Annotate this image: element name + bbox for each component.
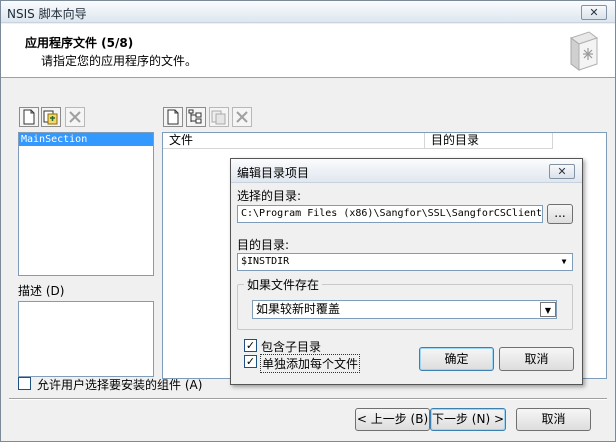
title-bar: NSIS 脚本向导 ✕ <box>1 1 615 23</box>
chevron-down-icon[interactable]: ▼ <box>540 302 556 317</box>
if-exists-label: 如果文件存在 <box>244 276 323 293</box>
ok-button[interactable]: 确定 <box>419 347 494 371</box>
dest-dir-combo[interactable]: $INSTDIR ▼ <box>237 253 573 271</box>
dialog-cancel-button[interactable]: 取消 <box>499 347 574 371</box>
cancel-button[interactable]: 取消 <box>516 408 591 431</box>
include-subdirs-label: 包含子目录 <box>261 340 322 354</box>
wizard-header: 应用程序文件 (5/8) 请指定您的应用程序的文件。 <box>1 24 615 78</box>
selected-dir-label: 选择的目录: <box>237 189 302 203</box>
description-label: 描述 (D) <box>18 284 65 298</box>
allow-user-select-checkbox[interactable] <box>18 377 31 390</box>
window-title: NSIS 脚本向导 <box>7 7 87 21</box>
add-each-file-label: 单独添加每个文件 <box>260 354 361 373</box>
chevron-down-icon[interactable]: ▼ <box>556 254 572 270</box>
dest-dir-value: $INSTDIR <box>241 256 290 267</box>
add-each-file-checkbox[interactable]: ✓ <box>244 355 257 368</box>
close-icon: ✕ <box>589 6 599 19</box>
selected-dir-input[interactable]: C:\Program Files (x86)\Sangfor\SSL\Sangf… <box>237 205 543 223</box>
if-exists-combo[interactable]: 如果较新时覆盖 ▼ <box>252 300 557 319</box>
dest-dir-label: 目的目录: <box>237 238 290 252</box>
edit-directory-dialog: 编辑目录项目 ✕ 选择的目录: C:\Program Files (x86)\S… <box>230 158 583 385</box>
dialog-title-bar: 编辑目录项目 ✕ <box>231 159 582 183</box>
new-section-button[interactable] <box>19 107 39 127</box>
browse-button[interactable]: ... <box>547 204 573 224</box>
column-header-destination[interactable]: 目的目录 <box>425 133 553 149</box>
column-header-file[interactable]: 文件 <box>163 133 425 149</box>
wizard-button[interactable] <box>209 107 229 127</box>
dialog-title: 编辑目录项目 <box>237 166 310 180</box>
delete-section-button[interactable] <box>65 107 85 127</box>
next-button[interactable]: 下一步 (N) > <box>430 408 506 431</box>
delete-file-icon <box>236 111 248 123</box>
wizard-icon <box>211 110 226 125</box>
nsis-wizard-window: NSIS 脚本向导 ✕ 应用程序文件 (5/8) 请指定您的应用程序的文件。 M… <box>0 0 616 442</box>
add-subsection-button[interactable] <box>41 107 61 127</box>
page-subtitle: 请指定您的应用程序的文件。 <box>41 54 198 68</box>
window-close-button[interactable]: ✕ <box>581 5 607 20</box>
description-box <box>18 301 154 377</box>
delete-section-icon <box>69 111 81 123</box>
sections-listbox[interactable]: MainSection <box>18 132 154 276</box>
if-exists-value: 如果较新时覆盖 <box>256 302 341 316</box>
wizard-book-icon <box>569 31 599 71</box>
footer-separator <box>9 398 607 400</box>
new-file-button[interactable] <box>163 107 183 127</box>
new-file-icon <box>167 109 179 125</box>
include-subdirs-checkbox[interactable]: ✓ <box>244 339 257 352</box>
delete-file-button[interactable] <box>232 107 252 127</box>
close-icon: ✕ <box>557 165 567 178</box>
dialog-close-button[interactable]: ✕ <box>549 164 575 179</box>
back-button[interactable]: < 上一步 (B) <box>355 408 430 431</box>
new-section-icon <box>23 109 35 125</box>
allow-user-select-label: 允许用户选择要安装的组件 (A) <box>37 378 203 392</box>
add-subsection-icon <box>43 110 58 125</box>
add-directory-icon <box>188 109 202 124</box>
section-item-mainsection[interactable]: MainSection <box>19 133 153 146</box>
page-title: 应用程序文件 (5/8) <box>25 36 134 50</box>
add-directory-button[interactable] <box>186 107 206 127</box>
